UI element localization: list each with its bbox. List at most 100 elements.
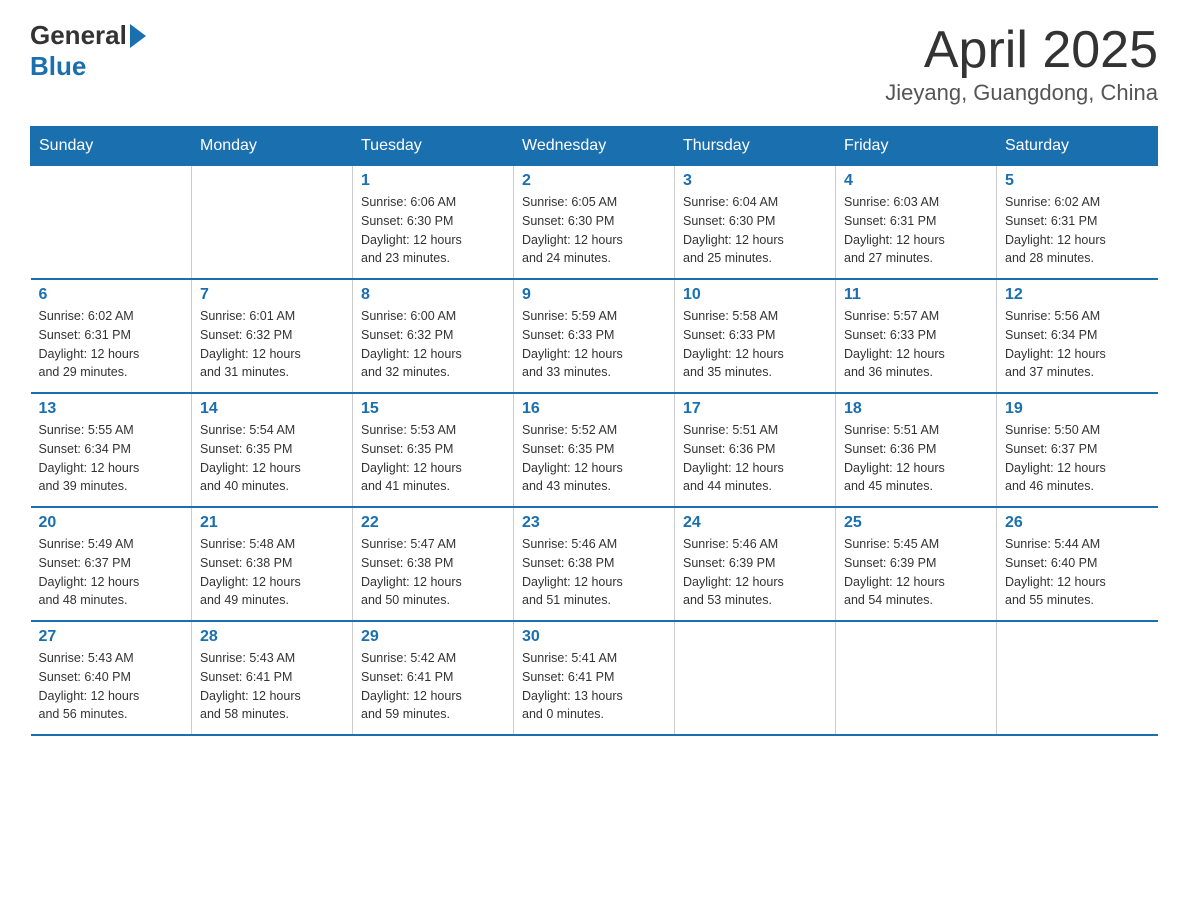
- day-number: 7: [200, 286, 344, 304]
- calendar-cell: 6 Sunrise: 6:02 AM Sunset: 6:31 PM Daylig…: [31, 279, 192, 393]
- calendar-cell: 17 Sunrise: 5:51 AM Sunset: 6:36 PM Dayli…: [675, 393, 836, 507]
- day-info: Sunrise: 5:51 AM Sunset: 6:36 PM Dayligh…: [844, 421, 988, 496]
- day-info: Sunrise: 5:52 AM Sunset: 6:35 PM Dayligh…: [522, 421, 666, 496]
- day-number: 14: [200, 400, 344, 418]
- day-info: Sunrise: 5:51 AM Sunset: 6:36 PM Dayligh…: [683, 421, 827, 496]
- day-number: 11: [844, 286, 988, 304]
- day-number: 5: [1005, 172, 1150, 190]
- calendar-week-5: 27Sunrise: 5:43 AM Sunset: 6:40 PM Dayli…: [31, 621, 1158, 735]
- logo: General Blue: [30, 20, 146, 82]
- calendar-cell: 16 Sunrise: 5:52 AM Sunset: 6:35 PM Dayli…: [514, 393, 675, 507]
- day-info: Sunrise: 6:01 AM Sunset: 6:32 PM Dayligh…: [200, 307, 344, 382]
- day-info: Sunrise: 6:02 AM Sunset: 6:31 PM Dayligh…: [1005, 193, 1150, 268]
- calendar-cell: 11 Sunrise: 5:57 AM Sunset: 6:33 PM Dayli…: [836, 279, 997, 393]
- calendar-cell: [997, 621, 1158, 735]
- calendar-cell: 28 Sunrise: 5:43 AM Sunset: 6:41 PM Dayli…: [192, 621, 353, 735]
- day-number: 8: [361, 286, 505, 304]
- day-info: Sunrise: 5:50 AM Sunset: 6:37 PM Dayligh…: [1005, 421, 1150, 496]
- location-title: Jieyang, Guangdong, China: [885, 80, 1158, 106]
- weekday-header-sunday: Sunday: [31, 127, 192, 166]
- calendar-cell: 7 Sunrise: 6:01 AM Sunset: 6:32 PM Daylig…: [192, 279, 353, 393]
- day-number: 30: [522, 628, 666, 646]
- day-info: Sunrise: 5:42 AM Sunset: 6:41 PM Dayligh…: [361, 649, 505, 724]
- day-info: Sunrise: 5:41 AM Sunset: 6:41 PM Dayligh…: [522, 649, 666, 724]
- logo-arrow-icon: [130, 24, 146, 48]
- calendar-cell: 3 Sunrise: 6:04 AM Sunset: 6:30 PM Daylig…: [675, 166, 836, 280]
- calendar-cell: 23 Sunrise: 5:46 AM Sunset: 6:38 PM Dayli…: [514, 507, 675, 621]
- calendar-cell: 22Sunrise: 5:47 AM Sunset: 6:38 PM Dayli…: [353, 507, 514, 621]
- calendar-cell: 19Sunrise: 5:50 AM Sunset: 6:37 PM Dayli…: [997, 393, 1158, 507]
- day-number: 27: [39, 628, 184, 646]
- day-number: 18: [844, 400, 988, 418]
- day-info: Sunrise: 6:05 AM Sunset: 6:30 PM Dayligh…: [522, 193, 666, 268]
- day-info: Sunrise: 6:02 AM Sunset: 6:31 PM Dayligh…: [39, 307, 184, 382]
- calendar-week-2: 6 Sunrise: 6:02 AM Sunset: 6:31 PM Daylig…: [31, 279, 1158, 393]
- calendar-cell: 30 Sunrise: 5:41 AM Sunset: 6:41 PM Dayli…: [514, 621, 675, 735]
- calendar-week-3: 13Sunrise: 5:55 AM Sunset: 6:34 PM Dayli…: [31, 393, 1158, 507]
- day-number: 3: [683, 172, 827, 190]
- weekday-header-tuesday: Tuesday: [353, 127, 514, 166]
- day-info: Sunrise: 5:53 AM Sunset: 6:35 PM Dayligh…: [361, 421, 505, 496]
- calendar-cell: [192, 166, 353, 280]
- weekday-header-wednesday: Wednesday: [514, 127, 675, 166]
- calendar-cell: 4 Sunrise: 6:03 AM Sunset: 6:31 PM Daylig…: [836, 166, 997, 280]
- day-info: Sunrise: 6:00 AM Sunset: 6:32 PM Dayligh…: [361, 307, 505, 382]
- day-info: Sunrise: 5:54 AM Sunset: 6:35 PM Dayligh…: [200, 421, 344, 496]
- day-info: Sunrise: 5:46 AM Sunset: 6:39 PM Dayligh…: [683, 535, 827, 610]
- day-number: 4: [844, 172, 988, 190]
- day-number: 24: [683, 514, 827, 532]
- calendar-cell: 18 Sunrise: 5:51 AM Sunset: 6:36 PM Dayli…: [836, 393, 997, 507]
- calendar-cell: 29 Sunrise: 5:42 AM Sunset: 6:41 PM Dayli…: [353, 621, 514, 735]
- day-info: Sunrise: 5:43 AM Sunset: 6:41 PM Dayligh…: [200, 649, 344, 724]
- calendar-cell: 8 Sunrise: 6:00 AM Sunset: 6:32 PM Daylig…: [353, 279, 514, 393]
- day-number: 29: [361, 628, 505, 646]
- title-section: April 2025 Jieyang, Guangdong, China: [885, 20, 1158, 106]
- calendar-week-4: 20Sunrise: 5:49 AM Sunset: 6:37 PM Dayli…: [31, 507, 1158, 621]
- day-number: 1: [361, 172, 505, 190]
- day-info: Sunrise: 6:04 AM Sunset: 6:30 PM Dayligh…: [683, 193, 827, 268]
- calendar-cell: 14 Sunrise: 5:54 AM Sunset: 6:35 PM Dayli…: [192, 393, 353, 507]
- day-info: Sunrise: 5:57 AM Sunset: 6:33 PM Dayligh…: [844, 307, 988, 382]
- weekday-header-thursday: Thursday: [675, 127, 836, 166]
- calendar-cell: 1 Sunrise: 6:06 AM Sunset: 6:30 PM Daylig…: [353, 166, 514, 280]
- day-number: 21: [200, 514, 344, 532]
- day-info: Sunrise: 6:03 AM Sunset: 6:31 PM Dayligh…: [844, 193, 988, 268]
- calendar-cell: 26Sunrise: 5:44 AM Sunset: 6:40 PM Dayli…: [997, 507, 1158, 621]
- day-number: 12: [1005, 286, 1150, 304]
- calendar-cell: 13Sunrise: 5:55 AM Sunset: 6:34 PM Dayli…: [31, 393, 192, 507]
- day-info: Sunrise: 5:45 AM Sunset: 6:39 PM Dayligh…: [844, 535, 988, 610]
- calendar-cell: 2 Sunrise: 6:05 AM Sunset: 6:30 PM Daylig…: [514, 166, 675, 280]
- weekday-header-monday: Monday: [192, 127, 353, 166]
- calendar-cell: 24 Sunrise: 5:46 AM Sunset: 6:39 PM Dayli…: [675, 507, 836, 621]
- calendar-cell: 9Sunrise: 5:59 AM Sunset: 6:33 PM Daylig…: [514, 279, 675, 393]
- day-number: 23: [522, 514, 666, 532]
- weekday-header-saturday: Saturday: [997, 127, 1158, 166]
- day-info: Sunrise: 5:48 AM Sunset: 6:38 PM Dayligh…: [200, 535, 344, 610]
- calendar-cell: [836, 621, 997, 735]
- day-info: Sunrise: 5:56 AM Sunset: 6:34 PM Dayligh…: [1005, 307, 1150, 382]
- day-info: Sunrise: 5:58 AM Sunset: 6:33 PM Dayligh…: [683, 307, 827, 382]
- day-number: 16: [522, 400, 666, 418]
- day-number: 26: [1005, 514, 1150, 532]
- calendar-cell: [31, 166, 192, 280]
- day-number: 6: [39, 286, 184, 304]
- logo-general-text: General: [30, 20, 127, 51]
- calendar-cell: 15Sunrise: 5:53 AM Sunset: 6:35 PM Dayli…: [353, 393, 514, 507]
- month-title: April 2025: [885, 20, 1158, 80]
- day-number: 2: [522, 172, 666, 190]
- calendar-cell: 25 Sunrise: 5:45 AM Sunset: 6:39 PM Dayli…: [836, 507, 997, 621]
- day-info: Sunrise: 5:46 AM Sunset: 6:38 PM Dayligh…: [522, 535, 666, 610]
- calendar-cell: 5 Sunrise: 6:02 AM Sunset: 6:31 PM Daylig…: [997, 166, 1158, 280]
- day-number: 17: [683, 400, 827, 418]
- calendar-header-row: SundayMondayTuesdayWednesdayThursdayFrid…: [31, 127, 1158, 166]
- calendar-cell: 12 Sunrise: 5:56 AM Sunset: 6:34 PM Dayli…: [997, 279, 1158, 393]
- day-number: 28: [200, 628, 344, 646]
- day-number: 25: [844, 514, 988, 532]
- calendar-cell: 21 Sunrise: 5:48 AM Sunset: 6:38 PM Dayli…: [192, 507, 353, 621]
- calendar-week-1: 1 Sunrise: 6:06 AM Sunset: 6:30 PM Daylig…: [31, 166, 1158, 280]
- page-header: General Blue April 2025 Jieyang, Guangdo…: [30, 20, 1158, 106]
- day-number: 13: [39, 400, 184, 418]
- day-info: Sunrise: 6:06 AM Sunset: 6:30 PM Dayligh…: [361, 193, 505, 268]
- calendar-cell: 27Sunrise: 5:43 AM Sunset: 6:40 PM Dayli…: [31, 621, 192, 735]
- calendar-cell: [675, 621, 836, 735]
